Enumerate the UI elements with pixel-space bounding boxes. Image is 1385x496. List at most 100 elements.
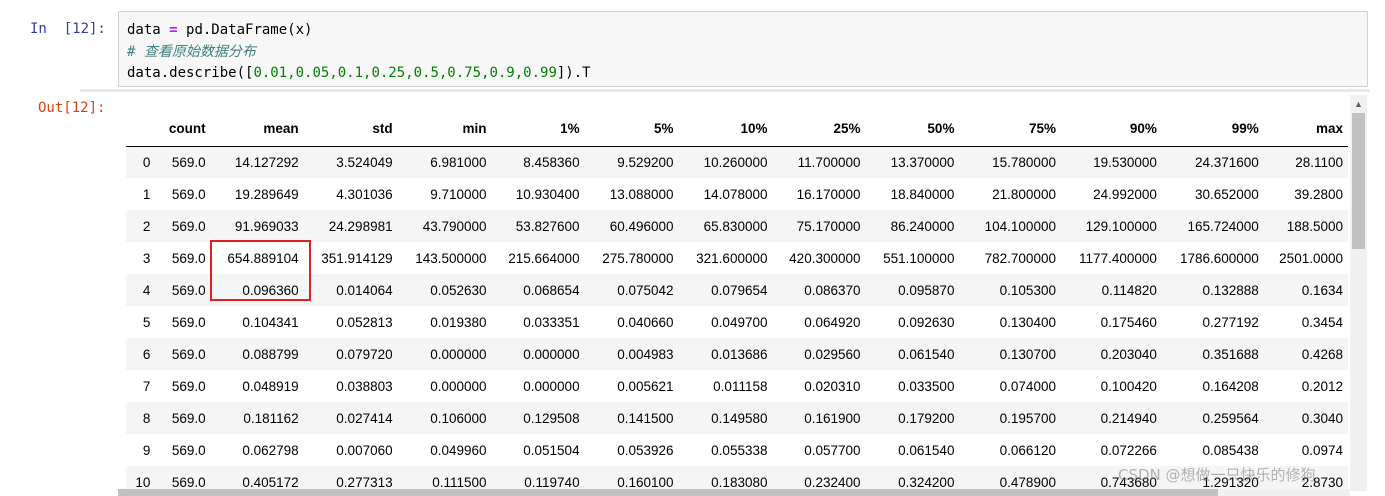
table-cell: 0.092630 — [898, 314, 955, 330]
horizontal-scroll-thumb[interactable] — [118, 489, 1218, 496]
vertical-scroll-thumb[interactable] — [1352, 113, 1365, 249]
code-line-1: data = pd.DataFrame(x) — [127, 20, 1359, 42]
table-cell: 0.141500 — [617, 410, 674, 426]
table-cell: 13.370000 — [890, 154, 955, 170]
table-cell: 569.0 — [171, 314, 206, 330]
table-cell: 39.2800 — [1294, 186, 1343, 202]
table-cell: 8.458360 — [523, 154, 580, 170]
table-cell: 14.127292 — [234, 154, 299, 170]
table-cell: 0.000000 — [430, 346, 487, 362]
table-cell: 10.930400 — [515, 186, 580, 202]
table-cell: 0.049700 — [711, 314, 768, 330]
code-numbers: 0.01,0.05,0.1,0.25,0.5,0.75,0.9,0.99 — [253, 65, 557, 81]
watermark: CSDN @想做一只快乐的修狗 — [1118, 466, 1316, 484]
table-cell: 0.129508 — [523, 410, 580, 426]
table-row: 2 569.0 91.969033 24.298981 43.790000 53.8276… — [126, 210, 1348, 242]
table-cell: 0.088799 — [242, 346, 299, 362]
table-cell: 0.019380 — [430, 314, 487, 330]
table-cell: 0.181162 — [243, 410, 299, 426]
table-cell: 0.064920 — [804, 314, 861, 330]
table-cell: 14.078000 — [703, 186, 768, 202]
table-cell: 0.3040 — [1301, 410, 1343, 426]
table-cell: 30.652000 — [1194, 186, 1259, 202]
row-index: 6 — [142, 346, 151, 362]
table-row: 9 569.0 0.062798 0.007060 0.049960 0.051504 0.… — [126, 434, 1348, 466]
table-cell: 569.0 — [171, 186, 206, 202]
table-cell: 0.011158 — [713, 378, 768, 394]
table-cell: 0.1634 — [1301, 282, 1343, 298]
table-cell: 569.0 — [171, 442, 206, 458]
column-header: 90% — [1060, 112, 1162, 147]
table-cell: 0.013686 — [711, 346, 768, 362]
table-cell: 0.130700 — [999, 346, 1056, 362]
table-cell: 19.530000 — [1093, 154, 1157, 170]
table-cell: 24.298981 — [328, 218, 393, 234]
table-row: 3 569.0 654.889104 351.914129 143.500000 215.… — [126, 242, 1348, 274]
table-cell: 0.061540 — [898, 442, 955, 458]
table-header-row: count mean std min 1% 5% 10% 25% 50% 75% 90% 99% max — [126, 112, 1348, 147]
table-cell: 569.0 — [171, 474, 206, 490]
table-cell: 215.664000 — [508, 250, 580, 266]
table-cell: 0.049960 — [430, 442, 487, 458]
table-row: 0 569.0 14.127292 3.524049 6.981000 8.458360 9… — [126, 146, 1348, 178]
table-cell: 24.371600 — [1194, 154, 1259, 170]
table-cell: 3.524049 — [336, 154, 393, 170]
code-operator: = — [169, 22, 178, 38]
column-header: 99% — [1161, 112, 1264, 147]
table-cell: 0.232400 — [804, 474, 861, 490]
table-row: 8 569.0 0.181162 0.027414 0.106000 0.129508 0.… — [126, 402, 1348, 434]
row-index: 10 — [135, 474, 151, 490]
table-cell: 0.161900 — [804, 410, 861, 426]
column-header: 10% — [678, 112, 773, 147]
table-cell: 13.088000 — [609, 186, 674, 202]
table-cell: 0.096360 — [242, 282, 299, 298]
code-token: data.describe([ — [127, 65, 254, 81]
column-header: std — [303, 112, 398, 147]
table-cell: 0.053926 — [617, 442, 674, 458]
table-cell: 0.203040 — [1100, 346, 1157, 362]
table-cell: 0.351688 — [1202, 346, 1259, 362]
table-cell: 9.529200 — [617, 154, 674, 170]
table-cell: 0.106000 — [430, 410, 487, 426]
table-cell: 0.075042 — [617, 282, 674, 298]
table-cell: 0.160100 — [617, 474, 674, 490]
table-cell: 0.051504 — [523, 442, 580, 458]
table-cell: 0.4268 — [1301, 346, 1343, 362]
table-cell: 1786.600000 — [1179, 250, 1259, 266]
table-cell: 86.240000 — [890, 218, 955, 234]
table-row: 4 569.0 0.096360 0.014064 0.052630 0.068654 0.… — [126, 274, 1348, 306]
column-header: 25% — [772, 112, 866, 147]
table-cell: 16.170000 — [796, 186, 861, 202]
output-prompt: Out[12]: — [38, 100, 106, 116]
table-cell: 188.5000 — [1286, 218, 1343, 234]
vertical-scrollbar[interactable]: ▲ — [1350, 95, 1367, 491]
table-row: 6 569.0 0.088799 0.079720 0.000000 0.000000 0.… — [126, 338, 1348, 370]
horizontal-scrollbar[interactable] — [118, 489, 1350, 496]
code-input-area[interactable]: data = pd.DataFrame(x) # 查看原始数据分布 data.d… — [118, 11, 1368, 87]
table-cell: 0.259564 — [1202, 410, 1259, 426]
table-cell: 275.780000 — [602, 250, 674, 266]
table-cell: 0.033500 — [898, 378, 955, 394]
table-cell: 420.300000 — [789, 250, 861, 266]
output-area[interactable]: count mean std min 1% 5% 10% 25% 50% 75% 90% 99% max… — [118, 95, 1348, 491]
scroll-up-arrow-icon[interactable]: ▲ — [1350, 95, 1367, 112]
table-cell: 75.170000 — [796, 218, 861, 234]
table-cell: 0.2012 — [1301, 378, 1343, 394]
table-cell: 0.027414 — [336, 410, 393, 426]
table-cell: 0.175460 — [1100, 314, 1157, 330]
code-comment: # 查看原始数据分布 — [127, 43, 256, 60]
table-cell: 0.000000 — [430, 378, 487, 394]
table-cell: 4.301036 — [336, 186, 393, 202]
table-cell: 0.052630 — [430, 282, 487, 298]
table-cell: 0.007060 — [336, 442, 393, 458]
table-cell: 129.100000 — [1085, 218, 1157, 234]
table-cell: 0.095870 — [898, 282, 955, 298]
table-cell: 0.0974 — [1301, 442, 1343, 458]
table-cell: 0.111500 — [432, 474, 487, 490]
table-cell: 6.981000 — [430, 154, 487, 170]
table-cell: 0.074000 — [999, 378, 1056, 394]
table-cell: 43.790000 — [422, 218, 487, 234]
table-cell: 569.0 — [171, 378, 206, 394]
table-cell: 0.132888 — [1202, 282, 1259, 298]
row-index: 0 — [142, 154, 151, 170]
